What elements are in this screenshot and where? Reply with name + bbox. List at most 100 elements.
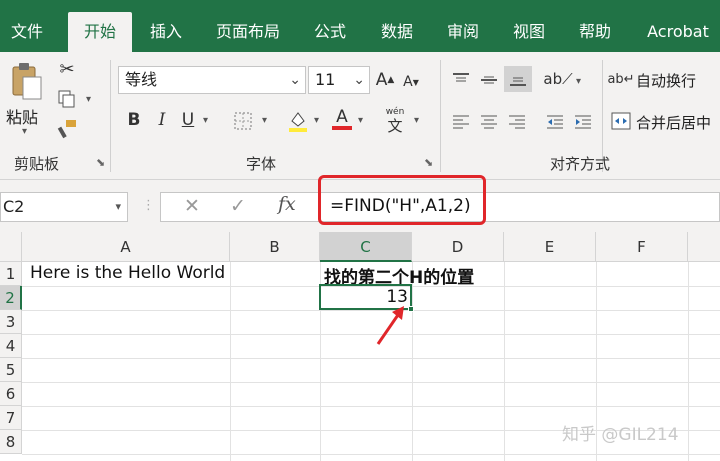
- wrap-text-icon[interactable]: ab↵: [607, 68, 634, 90]
- font-color-dropdown-icon[interactable]: ▾: [358, 115, 363, 126]
- cell-a1[interactable]: Here is the Hello World: [30, 263, 225, 283]
- gridline: [688, 262, 689, 461]
- row-header-1[interactable]: 1: [0, 262, 22, 286]
- borders-dropdown-icon[interactable]: ▾: [262, 115, 267, 126]
- font-launcher-icon[interactable]: ⬊: [424, 156, 433, 169]
- column-header-f[interactable]: F: [596, 232, 688, 262]
- tab-acrobat[interactable]: Acrobat: [636, 12, 720, 52]
- ribbon-tab-bar: 文件 开始 插入 页面布局 公式 数据 审阅 视图 帮助 Acrobat: [0, 0, 720, 52]
- tab-page-layout[interactable]: 页面布局: [206, 12, 290, 52]
- clipboard-launcher-icon[interactable]: ⬊: [96, 156, 105, 169]
- row-header-7[interactable]: 7: [0, 406, 22, 430]
- chevron-down-icon: ▾: [115, 200, 121, 213]
- gridline: [22, 406, 720, 407]
- tab-review[interactable]: 审阅: [436, 12, 490, 52]
- clipboard-group-label: 剪贴板: [14, 155, 60, 173]
- column-header-a[interactable]: A: [22, 232, 230, 262]
- tab-view[interactable]: 视图: [502, 12, 556, 52]
- tab-insert[interactable]: 插入: [140, 12, 192, 52]
- watermark: 知乎 @GIL214: [562, 425, 679, 445]
- increase-indent-icon[interactable]: [572, 112, 594, 132]
- phonetic-dropdown-icon[interactable]: ▾: [414, 115, 419, 126]
- row-header-8[interactable]: 8: [0, 430, 22, 454]
- orientation-dropdown-icon[interactable]: ▾: [576, 76, 581, 87]
- align-middle-icon[interactable]: [478, 70, 500, 90]
- font-color-glyph: A: [336, 107, 348, 127]
- column-header-e[interactable]: E: [504, 232, 596, 262]
- italic-button[interactable]: I: [152, 108, 172, 132]
- underline-dropdown-icon[interactable]: ▾: [203, 115, 208, 126]
- gridline: [412, 262, 413, 461]
- row-header-6[interactable]: 6: [0, 382, 22, 406]
- tab-formulas[interactable]: 公式: [304, 12, 356, 52]
- row-header-3[interactable]: 3: [0, 310, 22, 334]
- column-header-b[interactable]: B: [230, 232, 320, 262]
- font-name-value: 等线: [125, 70, 158, 89]
- paste-dropdown-icon[interactable]: ▾: [22, 126, 27, 137]
- decrease-font-icon[interactable]: A ▼: [400, 70, 422, 94]
- column-header-d[interactable]: D: [412, 232, 504, 262]
- tab-help[interactable]: 帮助: [568, 12, 622, 52]
- merge-center-icon[interactable]: [610, 110, 632, 132]
- phonetic-guide-icon[interactable]: wén 文: [380, 106, 410, 136]
- align-top-icon[interactable]: [450, 70, 472, 90]
- chevron-down-icon: ⌄: [353, 72, 365, 88]
- decrease-indent-icon[interactable]: [544, 112, 566, 132]
- phonetic-top: wén: [385, 107, 405, 117]
- row-header-4[interactable]: 4: [0, 334, 22, 358]
- fill-color-dropdown-icon[interactable]: ▾: [314, 115, 319, 126]
- gridline: [22, 382, 720, 383]
- row-header-2[interactable]: 2: [0, 286, 22, 310]
- align-center-icon[interactable]: [478, 112, 500, 132]
- format-painter-icon[interactable]: [56, 118, 78, 140]
- paste-icon[interactable]: [8, 60, 46, 102]
- row-header-5[interactable]: 5: [0, 358, 22, 382]
- paste-button[interactable]: 粘贴: [6, 104, 38, 128]
- align-right-icon[interactable]: [506, 112, 528, 132]
- increase-font-icon[interactable]: A ▲: [374, 68, 396, 92]
- cut-icon[interactable]: ✂: [56, 58, 78, 80]
- gridline: [22, 454, 720, 455]
- column-header-row: A B C D E F: [0, 232, 720, 262]
- insert-function-icon[interactable]: fx: [278, 193, 296, 215]
- font-color-swatch: [332, 126, 352, 130]
- font-group-label: 字体: [246, 155, 277, 173]
- font-size-select[interactable]: 11 ⌄: [308, 66, 370, 94]
- align-bottom-icon[interactable]: [504, 66, 532, 92]
- column-header-c[interactable]: C: [320, 232, 412, 262]
- merge-center-button[interactable]: 合并后居中: [636, 112, 711, 133]
- font-size-value: 11: [315, 70, 336, 89]
- font-color-icon[interactable]: A: [330, 106, 354, 132]
- chevron-down-icon: ⌄: [289, 72, 301, 88]
- cancel-icon[interactable]: ✕: [184, 195, 200, 217]
- gridline: [504, 262, 505, 461]
- select-all-corner[interactable]: [0, 232, 22, 262]
- orientation-icon[interactable]: ab⟋: [543, 68, 572, 90]
- formula-highlight-box: [318, 175, 486, 225]
- annotation-arrow-icon: [376, 306, 404, 345]
- drag-handle-icon[interactable]: ⋮: [142, 198, 155, 213]
- gridline: [22, 358, 720, 359]
- tab-data[interactable]: 数据: [370, 12, 424, 52]
- tab-home[interactable]: 开始: [68, 12, 132, 52]
- copy-dropdown-icon[interactable]: ▾: [86, 94, 91, 105]
- tab-file[interactable]: 文件: [0, 12, 54, 52]
- underline-button[interactable]: U: [178, 108, 198, 132]
- alignment-group-label: 对齐方式: [550, 155, 611, 173]
- name-box-value: C2: [3, 197, 25, 216]
- column-header-g[interactable]: [688, 232, 720, 262]
- fill-color-icon[interactable]: [286, 108, 310, 134]
- gridline: [230, 262, 231, 461]
- copy-icon[interactable]: [56, 88, 78, 110]
- ribbon-separator: [440, 60, 441, 172]
- bold-button[interactable]: B: [124, 108, 144, 132]
- font-name-select[interactable]: 等线 ⌄: [118, 66, 306, 94]
- align-left-icon[interactable]: [450, 112, 472, 132]
- enter-icon[interactable]: ✓: [230, 195, 246, 217]
- name-box[interactable]: C2 ▾: [0, 192, 128, 222]
- ribbon-separator: [110, 60, 111, 172]
- borders-icon[interactable]: [232, 110, 254, 132]
- phonetic-bottom: 文: [387, 117, 403, 135]
- ribbon: 粘贴 ▾ ✂ ▾ 剪贴板 ⬊ 等线 ⌄ 11 ⌄ A ▲ A ▼ B I U ▾ ▾…: [0, 52, 720, 180]
- wrap-text-button[interactable]: 自动换行: [636, 70, 696, 91]
